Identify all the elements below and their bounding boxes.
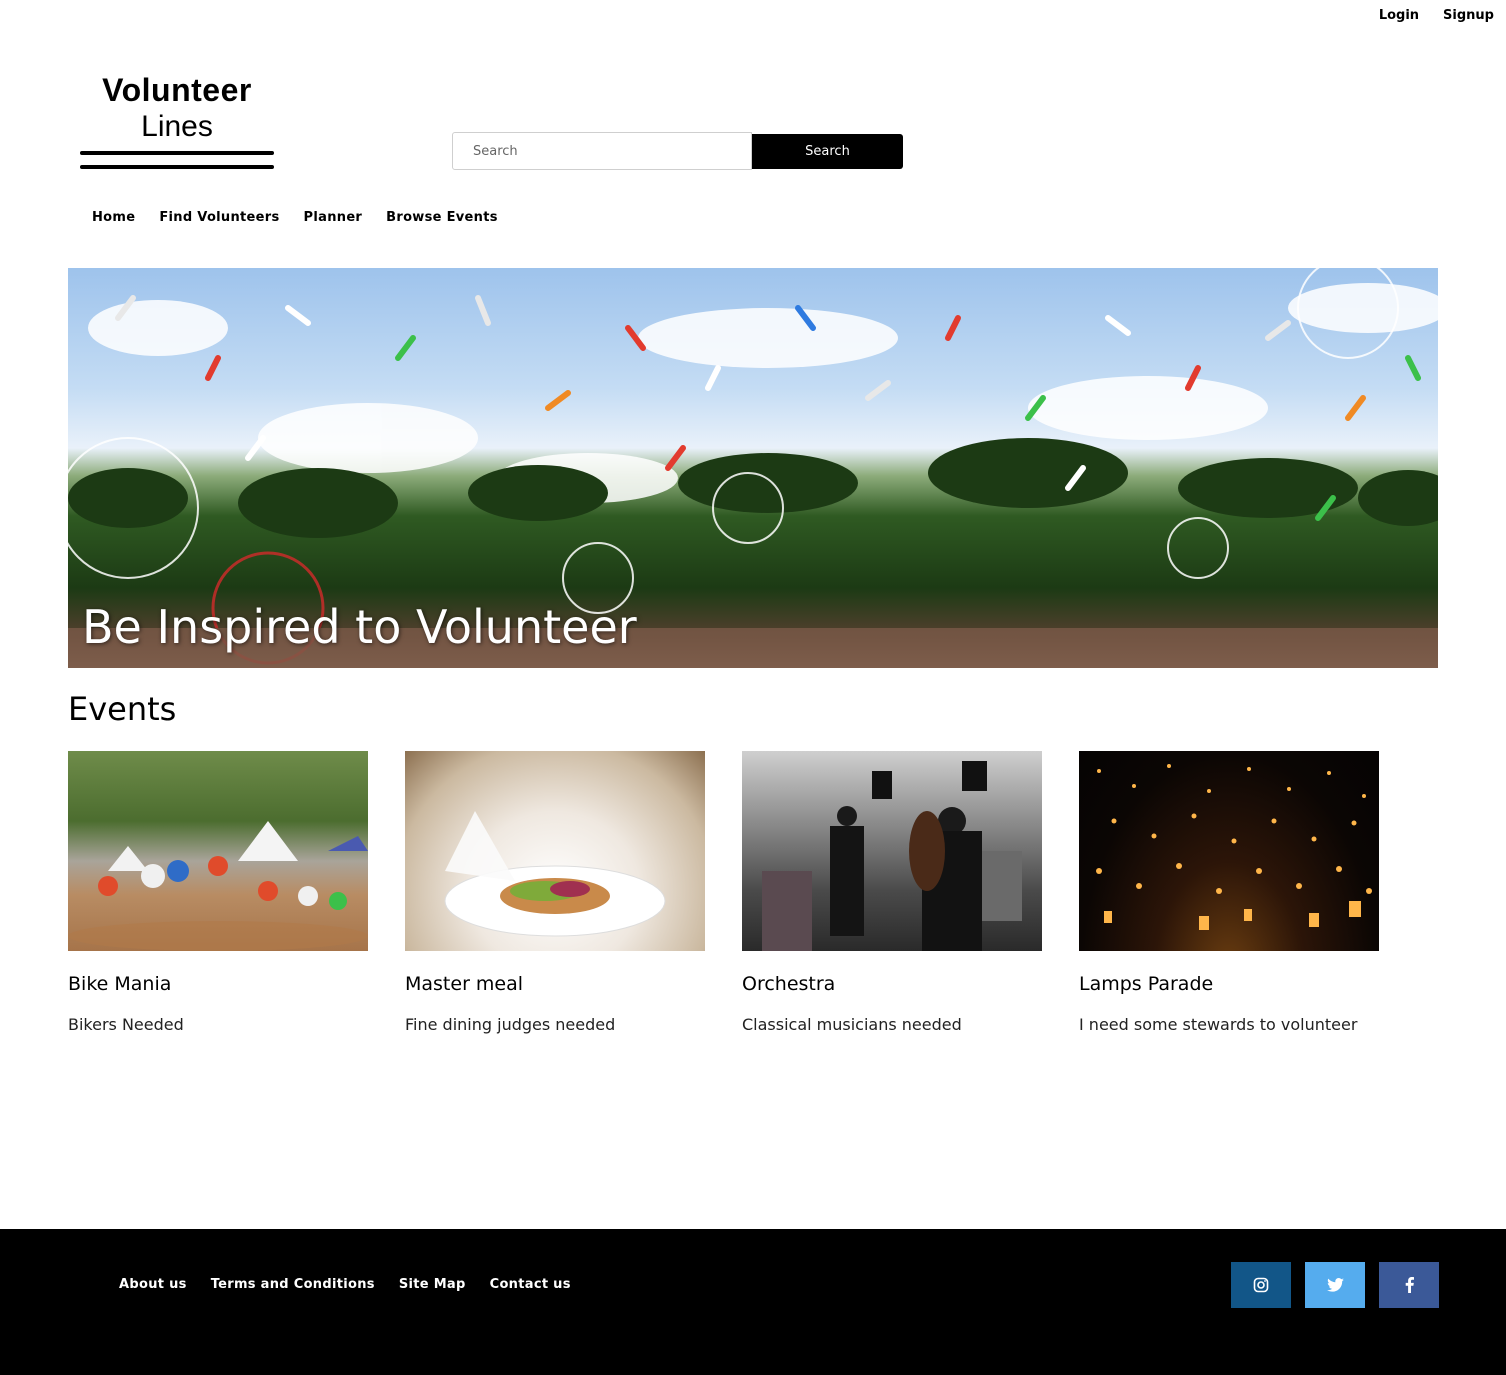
facebook-button[interactable] bbox=[1379, 1262, 1439, 1308]
site-footer: About us Terms and Conditions Site Map C… bbox=[0, 1229, 1506, 1375]
event-description: Fine dining judges needed bbox=[405, 1015, 616, 1034]
footer-site-map[interactable]: Site Map bbox=[399, 1277, 466, 1292]
event-title[interactable]: Orchestra bbox=[742, 973, 1042, 995]
main-nav: Home Find Volunteers Planner Browse Even… bbox=[92, 210, 498, 225]
footer-contact-us[interactable]: Contact us bbox=[490, 1277, 571, 1292]
event-title[interactable]: Lamps Parade bbox=[1079, 973, 1379, 995]
event-card[interactable]: Orchestra Classical musicians needed bbox=[742, 751, 1042, 1034]
hero-banner: Be Inspired to Volunteer bbox=[68, 268, 1438, 668]
site-logo[interactable]: Volunteer Lines bbox=[80, 72, 274, 169]
signup-link[interactable]: Signup bbox=[1443, 8, 1494, 23]
events-heading: Events bbox=[68, 690, 177, 728]
nav-planner[interactable]: Planner bbox=[304, 210, 363, 225]
search-form: Search bbox=[452, 132, 903, 170]
event-title[interactable]: Bike Mania bbox=[68, 973, 368, 995]
event-card[interactable]: Master meal Fine dining judges needed bbox=[405, 751, 705, 1034]
nav-find-volunteers[interactable]: Find Volunteers bbox=[159, 210, 279, 225]
facebook-icon bbox=[1405, 1277, 1414, 1293]
footer-links: About us Terms and Conditions Site Map C… bbox=[119, 1277, 571, 1292]
event-image-lamps-parade[interactable] bbox=[1079, 751, 1379, 951]
footer-terms[interactable]: Terms and Conditions bbox=[211, 1277, 375, 1292]
nav-home[interactable]: Home bbox=[92, 210, 135, 225]
event-image-bike-mania[interactable] bbox=[68, 751, 368, 951]
social-links bbox=[1231, 1262, 1439, 1308]
search-button[interactable]: Search bbox=[752, 133, 903, 169]
event-title[interactable]: Master meal bbox=[405, 973, 705, 995]
hero-caption: Be Inspired to Volunteer bbox=[82, 600, 637, 654]
logo-subtitle: Lines bbox=[141, 110, 213, 143]
twitter-icon bbox=[1326, 1278, 1344, 1292]
instagram-icon bbox=[1253, 1277, 1269, 1293]
auth-links: Login Signup bbox=[1379, 8, 1494, 23]
event-description: Classical musicians needed bbox=[742, 1015, 962, 1034]
instagram-button[interactable] bbox=[1231, 1262, 1291, 1308]
search-input[interactable] bbox=[452, 132, 752, 170]
nav-browse-events[interactable]: Browse Events bbox=[386, 210, 498, 225]
logo-underline bbox=[80, 151, 274, 155]
event-description: I need some stewards to volunteer bbox=[1079, 1015, 1358, 1034]
login-link[interactable]: Login bbox=[1379, 8, 1419, 23]
event-image-orchestra[interactable] bbox=[742, 751, 1042, 951]
event-card[interactable]: Bike Mania Bikers Needed bbox=[68, 751, 368, 1034]
footer-about-us[interactable]: About us bbox=[119, 1277, 187, 1292]
logo-underline bbox=[80, 165, 274, 169]
event-card[interactable]: Lamps Parade I need some stewards to vol… bbox=[1079, 751, 1379, 1034]
event-description: Bikers Needed bbox=[68, 1015, 184, 1034]
events-list: Bike Mania Bikers Needed Master meal Fin… bbox=[68, 751, 1379, 1034]
twitter-button[interactable] bbox=[1305, 1262, 1365, 1308]
event-image-master-meal[interactable] bbox=[405, 751, 705, 951]
logo-title: Volunteer bbox=[102, 72, 252, 108]
